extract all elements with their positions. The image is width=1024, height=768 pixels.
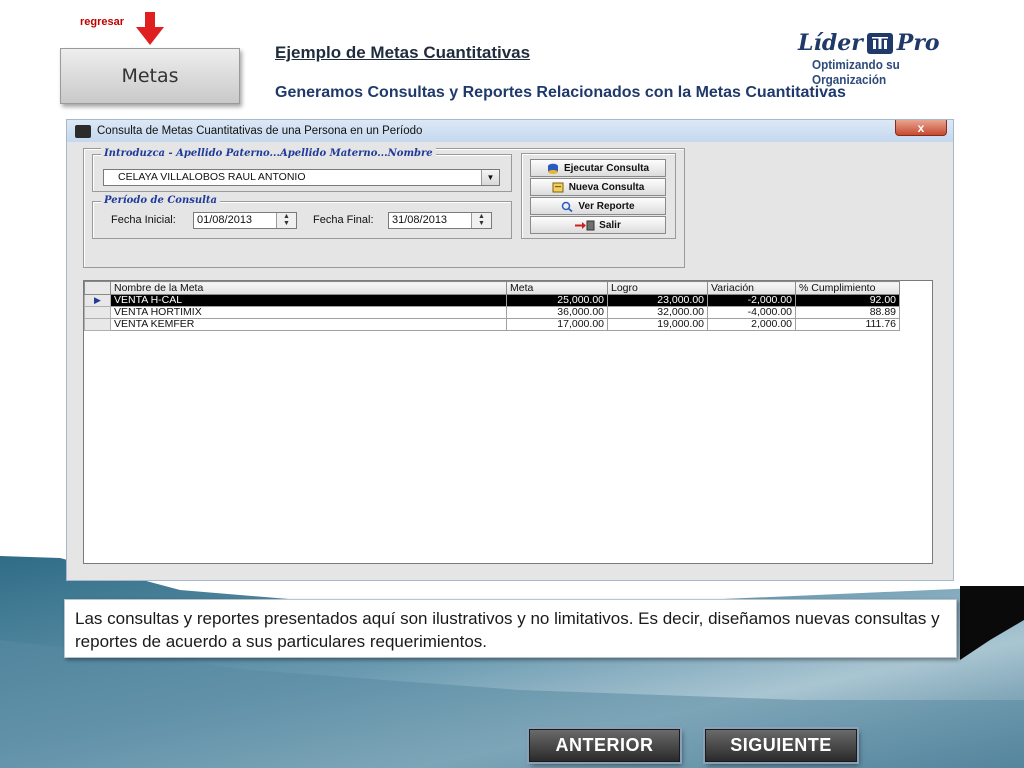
person-select[interactable]: CELAYA VILLALOBOS RAUL ANTONIO ▼ [103, 169, 500, 186]
table-cell: -2,000.00 [707, 294, 796, 307]
end-date-label: Fecha Final: [313, 214, 374, 226]
database-icon [547, 163, 558, 174]
table-cell: VENTA HORTIMIX [110, 306, 507, 319]
table-row[interactable]: ▶ VENTA H-CAL 25,000.00 23,000.00 -2,000… [84, 294, 900, 307]
metas-button[interactable]: Metas [60, 48, 240, 104]
page-title: Ejemplo de Metas Cuantitativas [275, 43, 531, 62]
brand-logo: Líder Pro Optimizando su Organización [798, 30, 988, 87]
new-query-button[interactable]: Nueva Consulta [530, 178, 666, 196]
period-group: Período de Consulta Fecha Inicial: 01/08… [92, 195, 512, 239]
app-icon [75, 124, 91, 138]
new-document-icon [552, 182, 564, 192]
new-query-label: Nueva Consulta [568, 181, 645, 193]
table-cell: 88.89 [795, 306, 900, 319]
exit-button[interactable]: Salir [530, 216, 666, 234]
table-cell: 32,000.00 [607, 306, 708, 319]
view-report-label: Ver Reporte [578, 200, 635, 212]
table-cell: 17,000.00 [506, 318, 608, 331]
table-cell: 19,000.00 [607, 318, 708, 331]
start-date-value: 01/08/2013 [197, 214, 253, 226]
grid-header-row: Nombre de la Meta Meta Logro Variación %… [84, 281, 900, 295]
column-header-name[interactable]: Nombre de la Meta [110, 281, 507, 295]
table-cell: 23,000.00 [607, 294, 708, 307]
view-report-button[interactable]: Ver Reporte [530, 197, 666, 215]
person-group: Introduzca - Apellido Paterno...Apellido… [92, 148, 512, 192]
start-date-spinner[interactable]: ▲ ▼ [276, 213, 296, 228]
exit-door-icon [575, 220, 595, 230]
down-arrow-icon[interactable] [134, 12, 166, 46]
execute-query-button[interactable]: Ejecutar Consulta [530, 159, 666, 177]
table-cell: 25,000.00 [506, 294, 608, 307]
logo-tagline: Optimizando su Organización [812, 57, 900, 87]
query-window: Consulta de Metas Cuantitativas de una P… [66, 119, 954, 581]
table-cell: VENTA KEMFER [110, 318, 507, 331]
end-date-value: 31/08/2013 [392, 214, 448, 226]
execute-query-label: Ejecutar Consulta [563, 162, 650, 174]
exit-label: Salir [599, 219, 621, 231]
table-cell: 36,000.00 [506, 306, 608, 319]
previous-button[interactable]: ANTERIOR [529, 729, 680, 762]
table-row[interactable]: VENTA HORTIMIX 36,000.00 32,000.00 -4,00… [84, 306, 900, 319]
window-titlebar[interactable]: Consulta de Metas Cuantitativas de una P… [67, 120, 953, 142]
row-indicator [84, 306, 111, 319]
table-cell: 111.76 [795, 318, 900, 331]
logo-name-part1: Líder [798, 30, 863, 56]
close-button[interactable]: x [895, 120, 947, 136]
back-link[interactable]: regresar [80, 16, 124, 28]
window-title: Consulta de Metas Cuantitativas de una P… [97, 125, 423, 137]
next-button[interactable]: SIGUIENTE [705, 729, 857, 762]
results-grid[interactable]: Nombre de la Meta Meta Logro Variación %… [83, 280, 933, 564]
person-select-value: CELAYA VILLALOBOS RAUL ANTONIO [118, 171, 306, 183]
row-pointer-icon: ▶ [84, 294, 111, 307]
column-header-meta[interactable]: Meta [506, 281, 608, 295]
page-subtitle: Generamos Consultas y Reportes Relaciona… [275, 84, 846, 101]
chevron-down-icon[interactable]: ▼ [481, 170, 499, 185]
column-header-variacion[interactable]: Variación [707, 281, 796, 295]
disclaimer-note: Las consultas y reportes presentados aqu… [64, 599, 957, 658]
logo-name-part2: Pro [896, 30, 940, 56]
column-header-logro[interactable]: Logro [607, 281, 708, 295]
column-header-cumplimiento[interactable]: % Cumplimiento [795, 281, 900, 295]
start-date-label: Fecha Inicial: [111, 214, 176, 226]
table-row[interactable]: VENTA KEMFER 17,000.00 19,000.00 2,000.0… [84, 318, 900, 331]
row-indicator-header [84, 281, 111, 295]
end-date-spinner[interactable]: ▲ ▼ [471, 213, 491, 228]
end-date-field[interactable]: 31/08/2013 ▲ ▼ [388, 212, 492, 229]
table-cell: 2,000.00 [707, 318, 796, 331]
action-buttons: Ejecutar Consulta Nueva Consulta Ver Rep… [521, 153, 676, 239]
table-cell: 92.00 [795, 294, 900, 307]
start-date-field[interactable]: 01/08/2013 ▲ ▼ [193, 212, 297, 229]
period-group-label: Período de Consulta [101, 195, 221, 206]
magnifier-report-icon [562, 201, 574, 212]
row-indicator [84, 318, 111, 331]
table-cell: -4,000.00 [707, 306, 796, 319]
logo-building-icon [866, 32, 893, 54]
table-cell: VENTA H-CAL [110, 294, 507, 307]
person-group-label: Introduzca - Apellido Paterno...Apellido… [101, 148, 436, 159]
